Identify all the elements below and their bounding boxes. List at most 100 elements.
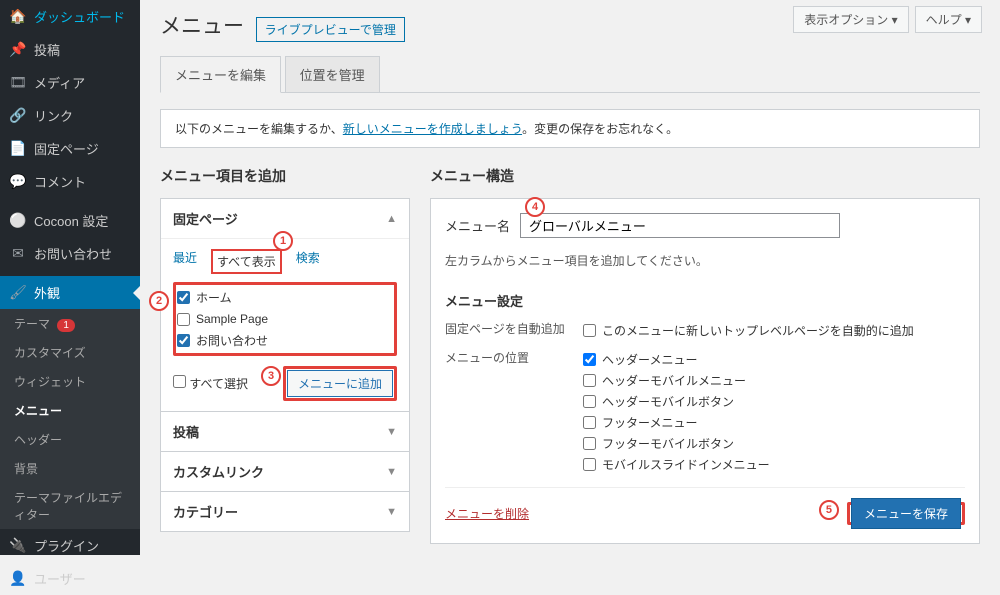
add-items-heading: メニュー項目を追加 (160, 166, 410, 186)
page-item-checkbox[interactable] (177, 334, 190, 347)
sidebar-item-dashboard[interactable]: 🏠 ダッシュボード (0, 0, 140, 33)
menu-icon: 👤 (10, 571, 26, 587)
location-checkbox[interactable] (583, 395, 596, 408)
subtab-all[interactable]: すべて表示 (211, 249, 282, 274)
menu-icon: 🔗 (10, 108, 26, 124)
location-item[interactable]: フッターモバイルボタン (583, 433, 770, 454)
location-item[interactable]: ヘッダーモバイルボタン (583, 391, 770, 412)
sidebar-item-pages[interactable]: 📄 固定ページ (0, 132, 140, 165)
annotation-3: 3 (261, 366, 281, 386)
menu-structure-heading: メニュー構造 (430, 166, 980, 186)
menu-location-label: メニューの位置 (445, 349, 565, 366)
menu-name-label: メニュー名 (445, 216, 510, 235)
live-preview-button[interactable]: ライブプレビューで管理 (256, 17, 405, 42)
auto-add-checkbox[interactable] (583, 324, 596, 337)
sidebar-subitem[interactable]: 背景 (0, 454, 140, 483)
page-title: メニュー (160, 10, 244, 40)
screen-options-button[interactable]: 表示オプション ▾ (793, 6, 908, 33)
sidebar-item-label: 固定ページ (34, 139, 99, 158)
sidebar-subitem[interactable]: メニュー (0, 396, 140, 425)
menu-icon: 🎞 (10, 75, 26, 91)
subtab-recent[interactable]: 最近 (173, 249, 197, 274)
annotation-4: 4 (525, 197, 545, 217)
page-item-checkbox[interactable] (177, 291, 190, 304)
location-item[interactable]: モバイルスライドインメニュー (583, 454, 770, 475)
sidebar-item-label: 外観 (34, 283, 60, 302)
page-item[interactable]: Sample Page (177, 309, 393, 329)
sidebar-subitem[interactable]: カスタマイズ (0, 338, 140, 367)
location-checkbox[interactable] (583, 458, 596, 471)
location-checkbox[interactable] (583, 374, 596, 387)
location-item[interactable]: ヘッダーメニュー (583, 349, 770, 370)
sidebar-item-cocoon[interactable]: ⚪ Cocoon 設定 (0, 204, 140, 237)
save-menu-button[interactable]: メニューを保存 (851, 498, 961, 529)
accordion-pages: 固定ページ ▲ 1 最近 すべて表示 検索 2 ホーム Sample Page … (160, 198, 410, 412)
menu-icon: ✉ (10, 246, 26, 262)
select-all-label[interactable]: すべて選択 (173, 375, 248, 392)
auto-add-label: 固定ページを自動追加 (445, 320, 565, 337)
sidebar-item-comments[interactable]: 💬 コメント (0, 165, 140, 198)
sidebar-subitem[interactable]: テーマファイルエディター (0, 483, 140, 529)
select-all-checkbox[interactable] (173, 375, 186, 388)
brush-icon: 🖌 (10, 285, 26, 301)
sidebar-item-plugins[interactable]: 🔌 プラグイン (0, 529, 140, 562)
main-content: 表示オプション ▾ ヘルプ ▾ メニュー ライブプレビューで管理 メニューを編集… (140, 0, 1000, 555)
menu-icon: 💬 (10, 174, 26, 190)
annotation-1: 1 (273, 231, 293, 251)
add-to-menu-button[interactable]: メニューに追加 (287, 370, 393, 397)
create-menu-link[interactable]: 新しいメニューを作成しましょう (343, 122, 522, 136)
menu-icon: 🔌 (10, 538, 26, 554)
location-checkbox[interactable] (583, 353, 596, 366)
sidebar-item-contact[interactable]: ✉ お問い合わせ (0, 237, 140, 270)
sidebar-subitem[interactable]: テーマ 1 (0, 309, 140, 338)
location-checkbox[interactable] (583, 437, 596, 450)
chevron-down-icon: ▼ (386, 506, 397, 518)
sidebar-item-media[interactable]: 🎞 メディア (0, 66, 140, 99)
annotation-5: 5 (819, 500, 839, 520)
sidebar-item-label: Cocoon 設定 (34, 211, 108, 230)
structure-hint: 左カラムからメニュー項目を追加してください。 (445, 252, 965, 269)
sidebar-item-label: 投稿 (34, 40, 60, 59)
location-item[interactable]: ヘッダーモバイルメニュー (583, 370, 770, 391)
page-item-checkbox[interactable] (177, 313, 190, 326)
menu-name-input[interactable] (520, 213, 840, 238)
tab-manage-locations[interactable]: 位置を管理 (285, 56, 380, 92)
sidebar-item-links[interactable]: 🔗 リンク (0, 99, 140, 132)
location-item[interactable]: フッターメニュー (583, 412, 770, 433)
chevron-down-icon: ▼ (386, 466, 397, 478)
accordion-categories-header[interactable]: カテゴリー▼ (161, 492, 409, 531)
sidebar-subitem[interactable]: ヘッダー (0, 425, 140, 454)
menu-settings-heading: メニュー設定 (445, 291, 965, 310)
chevron-down-icon: ▼ (386, 426, 397, 438)
sidebar-item-appearance[interactable]: 🖌 外観 (0, 276, 140, 309)
page-item[interactable]: ホーム (177, 286, 393, 309)
location-checkbox[interactable] (583, 416, 596, 429)
accordion-posts-header[interactable]: 投稿▼ (161, 412, 409, 451)
sidebar-item-label: ユーザー (34, 569, 86, 588)
accordion-custom-link-header[interactable]: カスタムリンク▼ (161, 452, 409, 491)
menu-icon: 📌 (10, 42, 26, 58)
sidebar-item-label: お問い合わせ (34, 244, 112, 263)
sidebar-item-users[interactable]: 👤 ユーザー (0, 562, 140, 595)
pages-checklist: ホーム Sample Page お問い合わせ (173, 282, 397, 356)
sidebar-item-label: コメント (34, 172, 86, 191)
page-item[interactable]: お問い合わせ (177, 329, 393, 352)
menu-icon: 🏠 (10, 9, 26, 25)
tab-edit-menus[interactable]: メニューを編集 (160, 56, 281, 93)
admin-sidebar: 🏠 ダッシュボード 📌 投稿 🎞 メディア 🔗 リンク 📄 固定ページ 💬 コメント ⚪ Cocoon 設… (0, 0, 140, 555)
annotation-2: 2 (149, 291, 169, 311)
menu-icon: 📄 (10, 141, 26, 157)
subtab-search[interactable]: 検索 (296, 249, 320, 274)
nav-tabs: メニューを編集 位置を管理 (160, 56, 980, 93)
sidebar-item-label: ダッシュボード (34, 7, 125, 26)
sidebar-subitem[interactable]: ウィジェット (0, 367, 140, 396)
sidebar-item-posts[interactable]: 📌 投稿 (0, 33, 140, 66)
help-button[interactable]: ヘルプ ▾ (915, 6, 982, 33)
sidebar-item-label: リンク (34, 106, 73, 125)
delete-menu-link[interactable]: メニューを削除 (445, 505, 529, 522)
sidebar-item-label: メディア (34, 73, 85, 92)
info-notice: 以下のメニューを編集するか、新しいメニューを作成しましょう。変更の保存をお忘れな… (160, 109, 980, 148)
menu-icon: ⚪ (10, 213, 26, 229)
chevron-up-icon: ▲ (386, 213, 397, 225)
sidebar-item-label: プラグイン (34, 536, 99, 555)
